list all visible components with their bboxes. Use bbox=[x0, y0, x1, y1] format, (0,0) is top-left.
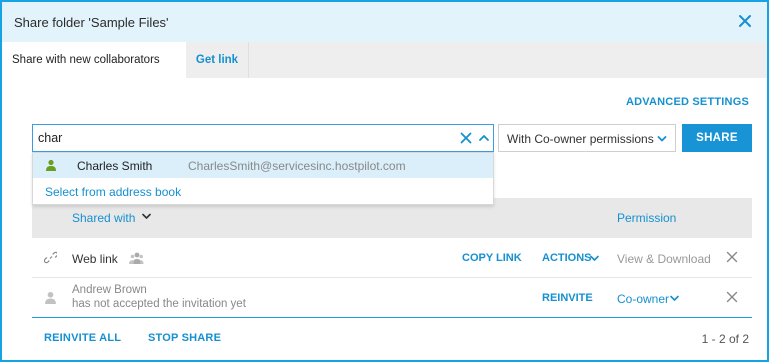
chevron-down-icon bbox=[657, 136, 667, 142]
collaborator-permission-select[interactable]: Co-owner bbox=[617, 292, 669, 306]
copy-link-button[interactable]: COPY LINK bbox=[462, 252, 522, 264]
stop-share-button[interactable]: STOP SHARE bbox=[148, 332, 221, 344]
share-dialog: Share folder 'Sample Files' Share with n… bbox=[0, 0, 769, 362]
web-link-permission: View & Download bbox=[617, 252, 711, 266]
permission-select[interactable]: With Co-owner permissions bbox=[498, 124, 676, 152]
address-book-link[interactable]: Select from address book bbox=[45, 185, 181, 199]
collaborator-status: has not accepted the invitation yet bbox=[72, 298, 246, 310]
tab-divider bbox=[248, 42, 249, 78]
permission-select-value: With Co-owner permissions bbox=[507, 132, 654, 146]
people-icon bbox=[129, 252, 144, 264]
suggestion-item[interactable]: Charles Smith CharlesSmith@servicesinc.h… bbox=[33, 153, 493, 178]
remove-icon[interactable] bbox=[726, 291, 738, 303]
chevron-down-icon[interactable] bbox=[142, 213, 151, 220]
chevron-down-icon[interactable] bbox=[590, 255, 599, 262]
user-icon bbox=[45, 291, 56, 304]
tab-get-link[interactable]: Get link bbox=[186, 42, 248, 78]
close-icon[interactable] bbox=[737, 13, 753, 29]
table-row: Andrew Brown has not accepted the invita… bbox=[32, 278, 752, 318]
tab-share-new[interactable]: Share with new collaborators bbox=[2, 42, 186, 78]
link-icon bbox=[44, 251, 57, 264]
clear-icon[interactable] bbox=[460, 132, 472, 144]
chevron-up-icon[interactable] bbox=[478, 133, 490, 143]
chevron-down-icon[interactable] bbox=[670, 295, 679, 302]
suggestion-dropdown: Charles Smith CharlesSmith@servicesinc.h… bbox=[32, 152, 494, 205]
share-button[interactable]: SHARE bbox=[682, 124, 752, 152]
advanced-settings-link[interactable]: ADVANCED SETTINGS bbox=[626, 96, 749, 108]
actions-menu-button[interactable]: ACTIONS bbox=[542, 252, 592, 264]
suggestion-name: Charles Smith bbox=[77, 159, 153, 173]
web-link-name: Web link bbox=[72, 252, 118, 266]
user-icon bbox=[46, 159, 56, 171]
dialog-title: Share folder 'Sample Files' bbox=[14, 15, 169, 30]
collaborator-name: Andrew Brown bbox=[72, 284, 147, 296]
suggestion-email: CharlesSmith@servicesinc.hostpilot.com bbox=[188, 159, 406, 173]
dialog-titlebar: Share folder 'Sample Files' bbox=[2, 2, 767, 42]
tab-bar: Share with new collaborators Get link bbox=[2, 42, 767, 78]
pagination-label: 1 - 2 of 2 bbox=[701, 332, 749, 346]
reinvite-all-button[interactable]: REINVITE ALL bbox=[44, 332, 121, 344]
table-row: Web link COPY LINK ACTIONS View & Downlo… bbox=[32, 238, 752, 278]
reinvite-button[interactable]: REINVITE bbox=[542, 292, 593, 304]
permission-header: Permission bbox=[617, 211, 677, 225]
shared-with-header[interactable]: Shared with bbox=[72, 211, 135, 225]
remove-icon[interactable] bbox=[726, 251, 738, 263]
collaborator-search-input[interactable] bbox=[33, 125, 443, 151]
collaborator-search-box bbox=[32, 124, 494, 152]
